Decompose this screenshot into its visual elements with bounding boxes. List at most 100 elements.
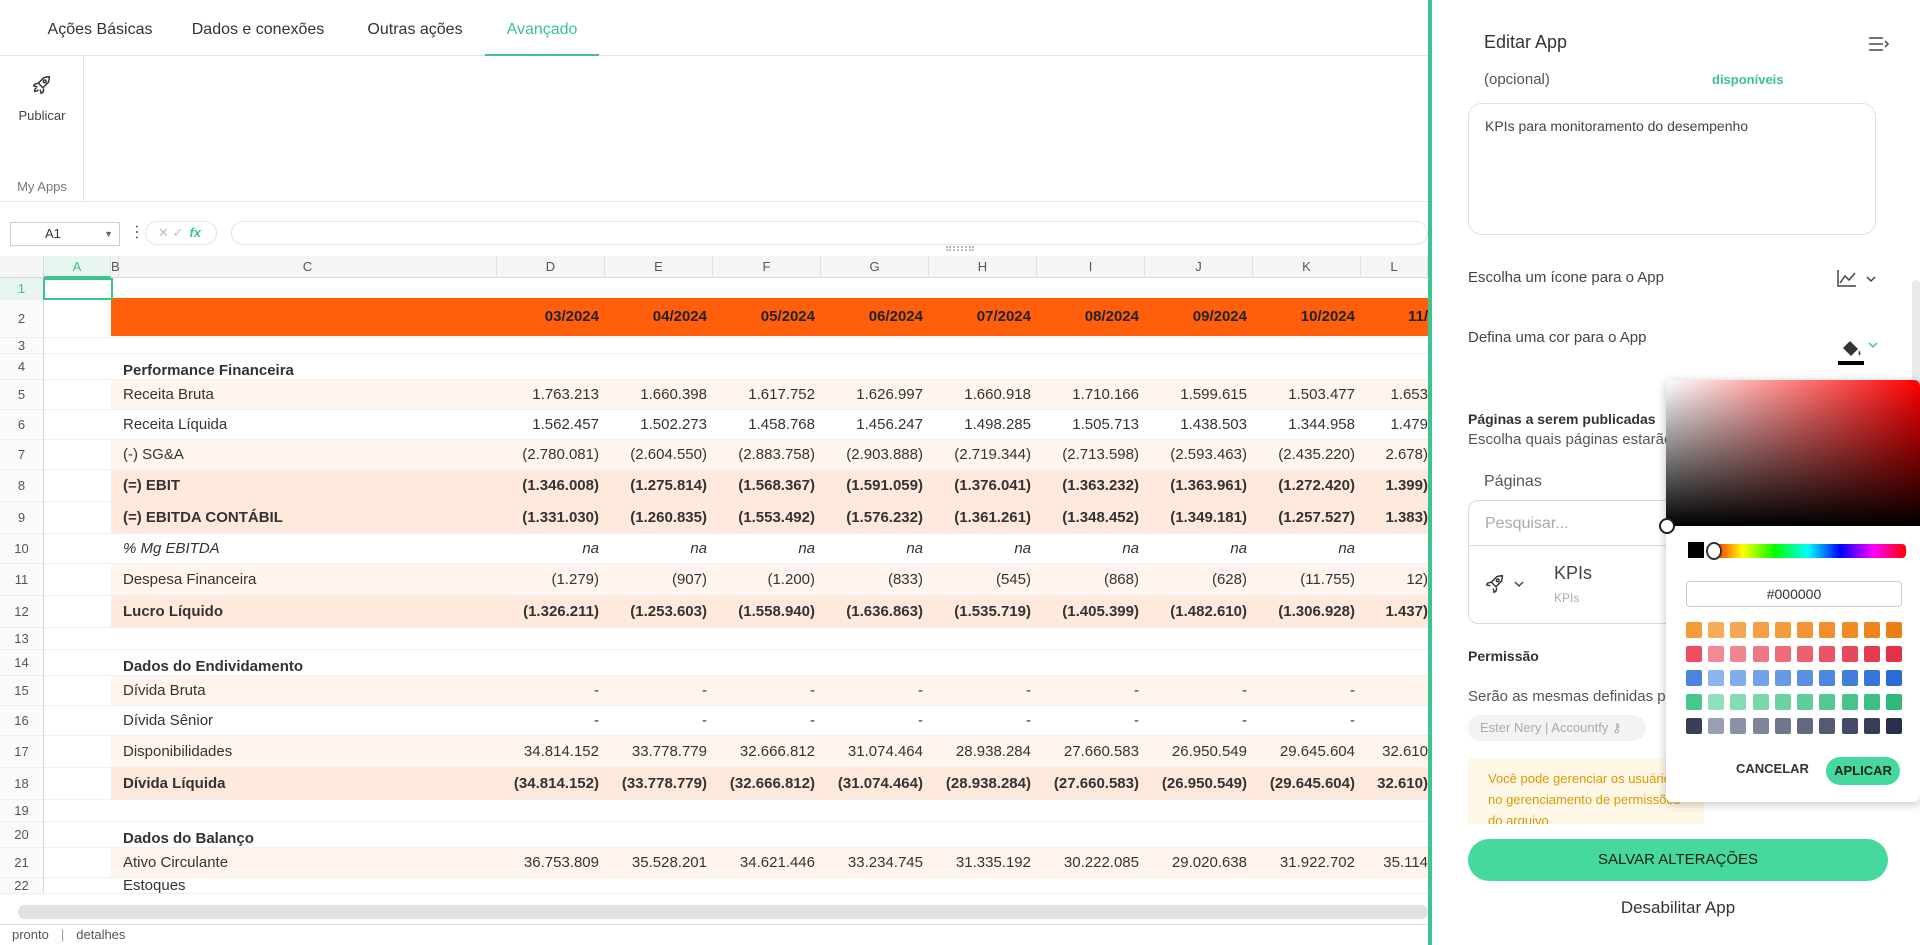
color-swatch[interactable] bbox=[1863, 718, 1880, 734]
column-header-j[interactable]: J bbox=[1145, 256, 1253, 278]
value-cell[interactable]: (26.950.549) bbox=[1145, 768, 1247, 800]
color-swatch[interactable] bbox=[1841, 646, 1858, 662]
value-cell[interactable]: (1.568.367) bbox=[713, 470, 815, 502]
icon-selector[interactable] bbox=[1836, 268, 1878, 290]
selected-cell[interactable] bbox=[43, 278, 113, 300]
value-cell[interactable]: - bbox=[929, 676, 1031, 706]
value-cell[interactable]: 33.234.745 bbox=[821, 848, 923, 878]
value-cell[interactable]: 1.710.166 bbox=[1037, 380, 1139, 410]
row-label[interactable]: Estoques bbox=[123, 878, 493, 894]
cancel-button[interactable]: CANCELAR bbox=[1736, 761, 1809, 776]
value-cell[interactable]: (1.349.181) bbox=[1145, 502, 1247, 534]
details-link[interactable]: detalhes bbox=[76, 927, 125, 942]
value-cell[interactable]: 27.660.583 bbox=[1037, 736, 1139, 768]
value-cell[interactable]: 1.479 bbox=[1361, 410, 1428, 440]
value-cell[interactable]: 35.114 bbox=[1361, 848, 1428, 878]
value-cell[interactable]: 28.938.284 bbox=[929, 736, 1031, 768]
color-swatch[interactable] bbox=[1708, 646, 1725, 662]
value-cell[interactable]: (1.482.610) bbox=[1145, 596, 1247, 628]
value-cell[interactable] bbox=[1361, 676, 1428, 706]
row-label[interactable]: Dados do Endividamento bbox=[123, 650, 493, 676]
value-cell[interactable]: (1.279) bbox=[497, 564, 599, 596]
value-cell[interactable]: (32.610 bbox=[1361, 768, 1428, 800]
column-header-f[interactable]: F bbox=[713, 256, 821, 278]
value-cell[interactable]: (833) bbox=[821, 564, 923, 596]
hex-input[interactable]: #000000 bbox=[1686, 581, 1902, 607]
value-cell[interactable]: (2.593.463) bbox=[1145, 440, 1247, 470]
value-cell[interactable]: na bbox=[1145, 534, 1247, 564]
value-cell[interactable]: (1.553.492) bbox=[713, 502, 815, 534]
value-cell[interactable]: (1.405.399) bbox=[1037, 596, 1139, 628]
color-swatch[interactable] bbox=[1752, 694, 1769, 710]
color-swatch[interactable] bbox=[1797, 694, 1814, 710]
color-swatch[interactable] bbox=[1774, 670, 1791, 686]
value-cell[interactable]: (2.780.081) bbox=[497, 440, 599, 470]
value-cell[interactable]: 31.335.192 bbox=[929, 848, 1031, 878]
color-swatch[interactable] bbox=[1774, 646, 1791, 662]
color-swatch[interactable] bbox=[1819, 646, 1836, 662]
color-swatch[interactable] bbox=[1841, 622, 1858, 638]
value-cell[interactable]: (1.253.603) bbox=[605, 596, 707, 628]
column-header-e[interactable]: E bbox=[605, 256, 713, 278]
color-swatch[interactable] bbox=[1730, 622, 1747, 638]
value-cell[interactable]: (1.200) bbox=[713, 564, 815, 596]
value-cell[interactable]: (628) bbox=[1145, 564, 1247, 596]
value-cell[interactable]: (907) bbox=[605, 564, 707, 596]
hue-knob[interactable] bbox=[1706, 542, 1722, 560]
value-cell[interactable]: (1.348.452) bbox=[1037, 502, 1139, 534]
color-swatch[interactable] bbox=[1708, 718, 1725, 734]
color-swatch[interactable] bbox=[1774, 622, 1791, 638]
value-cell[interactable]: na bbox=[605, 534, 707, 564]
value-cell[interactable]: (1.363.232) bbox=[1037, 470, 1139, 502]
value-cell[interactable]: (1.636.863) bbox=[821, 596, 923, 628]
row-header[interactable]: 18 bbox=[0, 768, 44, 800]
color-swatch[interactable] bbox=[1730, 646, 1747, 662]
color-swatch[interactable] bbox=[1885, 670, 1902, 686]
value-cell[interactable]: 31.922.702 bbox=[1253, 848, 1355, 878]
fx-icon[interactable]: fx bbox=[189, 225, 201, 240]
value-cell[interactable]: 34.814.152 bbox=[497, 736, 599, 768]
color-swatch[interactable] bbox=[1819, 694, 1836, 710]
value-cell[interactable]: 35.528.201 bbox=[605, 848, 707, 878]
column-header-h[interactable]: H bbox=[929, 256, 1037, 278]
color-swatch[interactable] bbox=[1752, 646, 1769, 662]
column-header-g[interactable]: G bbox=[821, 256, 929, 278]
color-swatch[interactable] bbox=[1885, 622, 1902, 638]
value-cell[interactable]: (11.755) bbox=[1253, 564, 1355, 596]
tab-acoes-basicas[interactable]: Ações Básicas bbox=[36, 0, 164, 56]
row-header[interactable]: 8 bbox=[0, 470, 44, 502]
color-swatch[interactable] bbox=[1730, 694, 1747, 710]
row-header[interactable]: 12 bbox=[0, 596, 44, 628]
value-cell[interactable]: na bbox=[1037, 534, 1139, 564]
row-header[interactable]: 9 bbox=[0, 502, 44, 534]
value-cell[interactable]: - bbox=[605, 706, 707, 736]
value-cell[interactable]: (1.558.940) bbox=[713, 596, 815, 628]
value-cell[interactable]: 1.505.713 bbox=[1037, 410, 1139, 440]
row-label[interactable]: Performance Financeira bbox=[123, 354, 493, 380]
color-swatch[interactable] bbox=[1841, 670, 1858, 686]
confirm-icon[interactable]: ✓ bbox=[173, 225, 184, 240]
color-swatch[interactable] bbox=[1686, 694, 1702, 710]
color-swatch[interactable] bbox=[1686, 718, 1702, 734]
value-cell[interactable]: (28.938.284) bbox=[929, 768, 1031, 800]
color-swatch[interactable] bbox=[1797, 670, 1814, 686]
color-swatch[interactable] bbox=[1774, 694, 1791, 710]
publish-button[interactable]: Publicar bbox=[8, 74, 76, 144]
row-header[interactable]: 11 bbox=[0, 564, 44, 596]
color-swatch[interactable] bbox=[1797, 646, 1814, 662]
value-cell[interactable]: 1.438.503 bbox=[1145, 410, 1247, 440]
value-cell[interactable]: (1.383 bbox=[1361, 502, 1428, 534]
value-cell[interactable]: (27.660.583) bbox=[1037, 768, 1139, 800]
value-cell[interactable]: - bbox=[929, 706, 1031, 736]
value-cell[interactable]: (1.306.928) bbox=[1253, 596, 1355, 628]
color-swatch[interactable] bbox=[1863, 622, 1880, 638]
value-cell[interactable]: (1.437 bbox=[1361, 596, 1428, 628]
value-cell[interactable]: 1.344.958 bbox=[1253, 410, 1355, 440]
value-cell[interactable]: 36.753.809 bbox=[497, 848, 599, 878]
value-cell[interactable] bbox=[1361, 706, 1428, 736]
hue-slider[interactable] bbox=[1710, 544, 1906, 558]
value-cell[interactable]: (1.576.232) bbox=[821, 502, 923, 534]
value-cell[interactable]: - bbox=[605, 676, 707, 706]
column-header-b[interactable]: B bbox=[111, 256, 120, 278]
value-cell[interactable]: (1.326.211) bbox=[497, 596, 599, 628]
